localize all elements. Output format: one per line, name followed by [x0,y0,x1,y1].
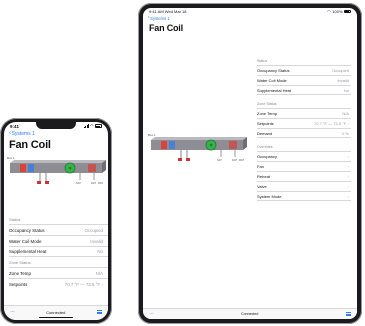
status-row-occupancy: Occupancy Status Occupied [9,224,108,235]
override-row-reheat[interactable]: Reheat › [257,171,351,181]
home-indicator [39,316,73,318]
chevron-left-icon: ‹ [9,130,11,137]
schematic-label: DAT [91,181,96,185]
heating-coil-icon [161,141,167,149]
chevron-right-icon: › [347,121,349,126]
chevron-right-icon: › [101,281,103,287]
schematic-label: DAT [232,158,237,162]
tablet-screen: 9:41 AM Wed Mar 18 ◠ 100% ‹ Systems 1 Fa… [143,8,357,319]
page-title: Fan Coil [9,139,51,151]
zone-row-zone-temp: Zone Temp N/A [9,267,108,278]
override-row-occupancy[interactable]: Occupancy › [257,151,351,161]
reheat-icon [88,164,96,172]
overrides-section-header: Overrides [257,145,273,149]
schematic-diagram: Box 1 SAT DAT RAT [148,133,247,162]
chevron-left-icon: ‹ [148,14,150,21]
battery-icon [95,124,102,128]
list-icon[interactable] [96,310,102,314]
bottom-toolbar: ··· Connected [143,308,357,319]
chevron-right-icon: › [347,154,349,159]
cellular-signal-icon [84,124,89,128]
back-button[interactable]: ‹ Systems 1 [143,15,357,22]
status-section-header: Status [257,59,268,63]
reheat-icon [229,141,237,149]
back-button[interactable]: ‹ Systems 1 [4,130,108,138]
chevron-right-icon: › [347,184,349,189]
schematic-label-box: Box 1 [7,156,15,160]
schematic-label: SAT [217,158,222,162]
tablet-device: 9:41 AM Wed Mar 18 ◠ 100% ‹ Systems 1 Fa… [138,3,362,324]
connection-status: Connected [241,312,259,316]
battery-percent: 100% [332,9,343,14]
fan-coil-schematic: Box 1 SAT DAT RAT [4,153,108,193]
list-icon[interactable] [345,312,351,316]
status-row-supplemental-heat: Supplemental Heat No [9,246,108,257]
zone-section-header: Zone Status [9,260,31,265]
more-button[interactable]: ··· [149,311,154,317]
zone-row-setpoints[interactable]: Setpoints 70.7 °F — 73.5 °F › [9,278,108,289]
fan-coil-schematic: Box 1 SAT DAT RAT [145,130,249,170]
phone-notch [36,122,76,129]
cooling-coil-icon [169,141,175,149]
status-section-header: Status [9,217,21,222]
schematic-label-box: Box 1 [148,133,156,137]
wifi-icon: ◠ [90,123,94,128]
override-row-system-mode[interactable]: System Mode › [257,191,351,201]
back-button-label: Systems 1 [150,16,170,21]
cooling-coil-icon [28,164,34,172]
back-button-label: Systems 1 [11,131,35,137]
status-row-water-coil-mode: Water Coil Mode Invalid [9,235,108,246]
tablet-clock: 9:41 AM Wed Mar 18 [149,9,187,14]
chevron-right-icon: › [347,164,349,169]
zone-row-setpoints[interactable]: Setpoints 70.7 °F — 73.5 °F › [257,118,351,128]
status-row-water-coil-mode: Water Coil Mode Invalid [257,75,351,85]
zone-row-demand: Demand 0 % [257,128,351,138]
schematic-label: RAT [239,158,244,162]
phone-clock: 9:41 [10,123,20,129]
detail-list: Status Occupancy Status Occupied Water C… [255,56,351,201]
zone-row-zone-temp: Zone Temp N/A [257,108,351,118]
override-row-valve[interactable]: Valve › [257,181,351,191]
status-row-occupancy: Occupancy Status Occupied [257,65,351,75]
heating-coil-icon [20,164,26,172]
chevron-right-icon: › [347,174,349,179]
battery-icon [344,9,351,14]
wifi-icon: ◠ [327,8,331,14]
more-button[interactable]: ··· [10,309,15,315]
tablet-status-bar: 9:41 AM Wed Mar 18 ◠ 100% [143,8,357,15]
schematic-diagram: Box 1 SAT DAT RAT [7,156,106,185]
connection-status: Connected [46,309,66,315]
chevron-right-icon: › [347,193,349,199]
schematic-label: SAT [76,181,81,185]
zone-section-header: Zone Status [257,102,277,106]
schematic-label: RAT [98,181,103,185]
override-row-fan[interactable]: Fan › [257,161,351,171]
phone-screen: 9:41 ◠ ‹ Systems 1 Fan Coil Box 1 SAT DA… [4,122,108,320]
phone-device: 9:41 ◠ ‹ Systems 1 Fan Coil Box 1 SAT DA… [0,118,112,324]
status-row-supplemental-heat: Supplemental Heat No [257,85,351,95]
page-title: Fan Coil [149,23,183,33]
